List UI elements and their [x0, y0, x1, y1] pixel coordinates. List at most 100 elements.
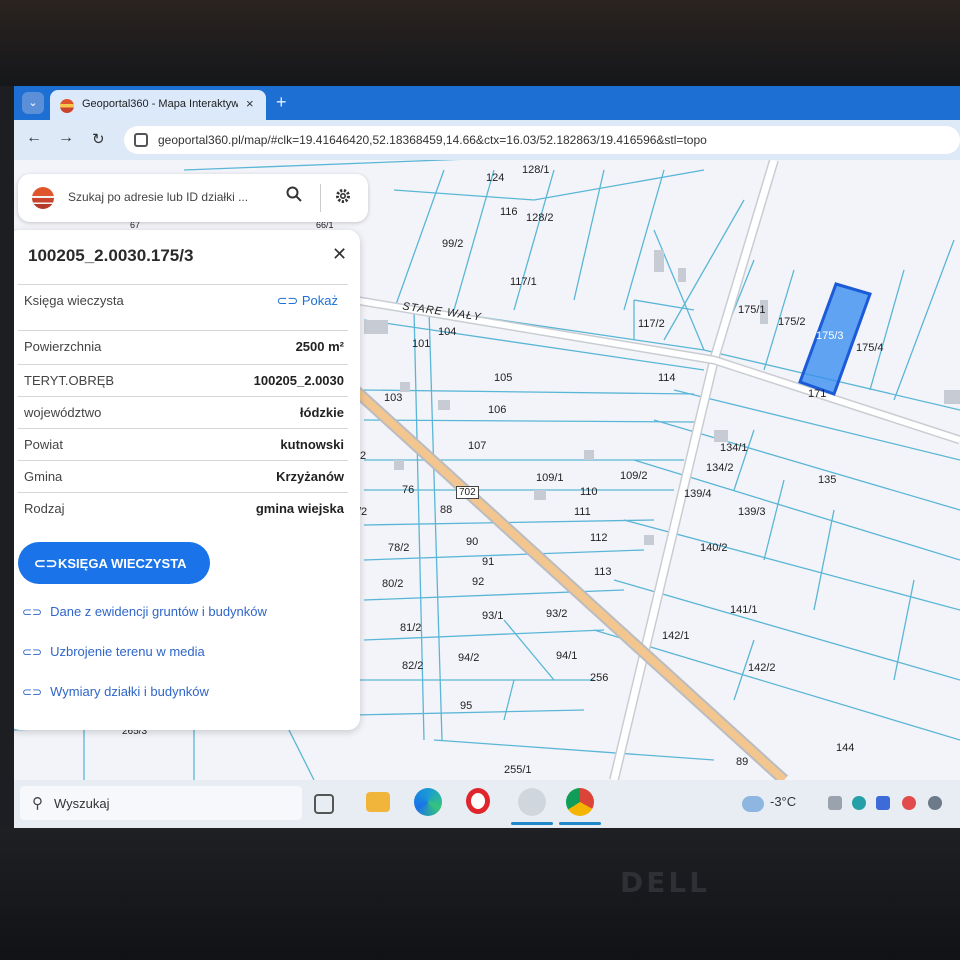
tab-actions-menu-icon[interactable]: ⌄ [22, 92, 44, 114]
parcel-label: 2 [360, 450, 367, 462]
row-value: 100205_2.0030 [253, 373, 344, 388]
reload-icon[interactable]: ↻ [92, 130, 105, 148]
taskbar-search[interactable]: ⚲ Wyszukaj [20, 786, 302, 820]
chrome-browser-icon[interactable] [566, 788, 594, 816]
parcel-label: 89 [736, 756, 749, 768]
utilities-link[interactable]: ⊂⊃ Uzbrojenie terenu w media [22, 644, 205, 659]
parcel-label: 117/2 [638, 318, 665, 330]
parcel-label: 105 [494, 372, 513, 384]
parcel-label: 141/1 [730, 604, 758, 616]
parcel-label: 142/1 [662, 630, 690, 642]
parcel-label: 94/1 [556, 650, 578, 662]
road-number-badge: 702 [456, 486, 479, 499]
parcel-label: 255/1 [504, 764, 532, 776]
parcel-label: 90 [466, 536, 479, 548]
forward-arrow-icon[interactable]: → [58, 129, 74, 147]
close-icon[interactable]: ✕ [332, 244, 347, 265]
gear-icon[interactable] [334, 187, 352, 205]
parcel-label: 76 [402, 484, 415, 496]
row-key: Powiat [24, 437, 64, 452]
parcel-label: 256 [590, 672, 609, 684]
back-arrow-icon[interactable]: ← [26, 129, 42, 147]
tray-teams-icon[interactable] [876, 796, 890, 810]
selected-parcel-label[interactable]: 175/3 [816, 330, 844, 342]
parcel-label: 107 [468, 440, 487, 452]
parcel-label: 81/2 [400, 622, 422, 634]
tray-app-icon[interactable] [902, 796, 916, 810]
parcel-label: 80/2 [382, 578, 404, 590]
navigation-bar: ← → ↻ geoportal360.pl/map/#clk=19.416464… [14, 120, 960, 160]
link-icon: ⊂⊃ [22, 645, 43, 659]
tray-network-icon[interactable] [928, 796, 942, 810]
search-input[interactable]: Szukaj po adresie lub ID działki ... [68, 190, 248, 204]
geoportal-favicon-icon [60, 99, 74, 113]
parcel-label: 103 [384, 392, 403, 404]
dimensions-link[interactable]: ⊂⊃ Wymiary działki i budynków [22, 684, 209, 699]
land-records-link[interactable]: ⊂⊃ Dane z ewidencji gruntów i budynków [22, 604, 267, 619]
dell-logo: DELL [620, 866, 711, 899]
info-row-voivodeship: województwo łódzkie [18, 396, 348, 428]
parcel-label: 128/1 [522, 164, 550, 176]
parcel-label: 114 [658, 372, 676, 384]
land-register-button[interactable]: ⊂⊃ KSIĘGA WIECZYSTA [18, 542, 210, 584]
parcel-label: 93/1 [482, 610, 504, 622]
parcel-label: 128/2 [526, 212, 554, 224]
parcel-label: 82/2 [402, 660, 424, 672]
opera-browser-icon[interactable] [466, 788, 490, 814]
geoportal-logo-icon [32, 187, 54, 209]
parcel-label: 117/1 [510, 276, 537, 288]
site-info-icon[interactable] [134, 133, 148, 147]
info-row-commune: Gmina Krzyżanów [18, 460, 348, 492]
weather-icon[interactable] [742, 796, 764, 812]
task-view-icon[interactable] [314, 794, 334, 814]
edge-browser-icon[interactable] [414, 788, 442, 816]
link-icon: ⊂⊃ [22, 685, 43, 699]
parcel-label: 109/2 [620, 470, 648, 482]
parcel-label: 99/2 [442, 238, 464, 250]
link-icon: ⊂⊃ [34, 555, 58, 571]
url-text: geoportal360.pl/map/#clk=19.41646420,52.… [158, 133, 707, 147]
parcel-label: 95 [460, 700, 473, 712]
row-key: województwo [24, 405, 102, 420]
parcel-info-panel: 100205_2.0030.175/3 ✕ Księga wieczysta ⊂… [14, 230, 360, 730]
show-land-register-link[interactable]: ⊂⊃ Pokaż [276, 293, 338, 309]
info-row-commune-type: Rodzaj gmina wiejska [18, 492, 348, 524]
row-key: TERYT.OBRĘB [24, 373, 115, 388]
link-icon: ⊂⊃ [22, 605, 43, 619]
new-tab-button[interactable]: + [276, 92, 287, 113]
row-key: Rodzaj [24, 501, 65, 516]
search-box[interactable]: Szukaj po adresie lub ID działki ... [18, 174, 368, 222]
parcel-label: 104 [438, 326, 457, 338]
parcel-label: 111 [574, 506, 591, 518]
row-value: kutnowski [280, 437, 344, 452]
tray-app-icon[interactable] [828, 796, 842, 810]
land-register-button-label: KSIĘGA WIECZYSTA [58, 556, 187, 571]
parcel-label: 101 [412, 338, 431, 350]
laptop-bezel-top [0, 0, 960, 86]
app-icon[interactable] [518, 788, 546, 816]
row-key: Gmina [24, 469, 63, 484]
row-value: gmina wiejska [255, 501, 344, 516]
parcel-label: 135 [818, 474, 837, 486]
parcel-id-title: 100205_2.0030.175/3 [28, 246, 194, 265]
tray-edge-icon[interactable] [852, 796, 866, 810]
parcel-label: 110 [580, 486, 598, 498]
parcel-label: 171 [808, 388, 827, 400]
tab-geoportal[interactable]: Geoportal360 - Mapa Interaktyw × [50, 90, 266, 120]
tab-close-icon[interactable]: × [246, 96, 254, 111]
search-divider [320, 184, 321, 212]
search-icon[interactable] [286, 186, 302, 202]
address-bar[interactable]: geoportal360.pl/map/#clk=19.41646420,52.… [124, 126, 960, 154]
parcel-label: 140/2 [700, 542, 728, 554]
parcel-label: 94/2 [458, 652, 480, 664]
screen: ⌄ Geoportal360 - Mapa Interaktyw × + ← →… [14, 86, 960, 828]
parcel-label: 134/1 [720, 442, 748, 454]
parcel-label: 93/2 [546, 608, 568, 620]
row-key: Powierzchnia [24, 339, 102, 354]
parcel-label: 124 [486, 172, 505, 184]
parcel-label: 139/3 [738, 506, 766, 518]
file-explorer-icon[interactable] [366, 792, 390, 812]
parcel-label: 175/1 [738, 304, 766, 316]
tab-bar: ⌄ Geoportal360 - Mapa Interaktyw × + [14, 86, 960, 120]
parcel-label: 91 [482, 556, 495, 568]
